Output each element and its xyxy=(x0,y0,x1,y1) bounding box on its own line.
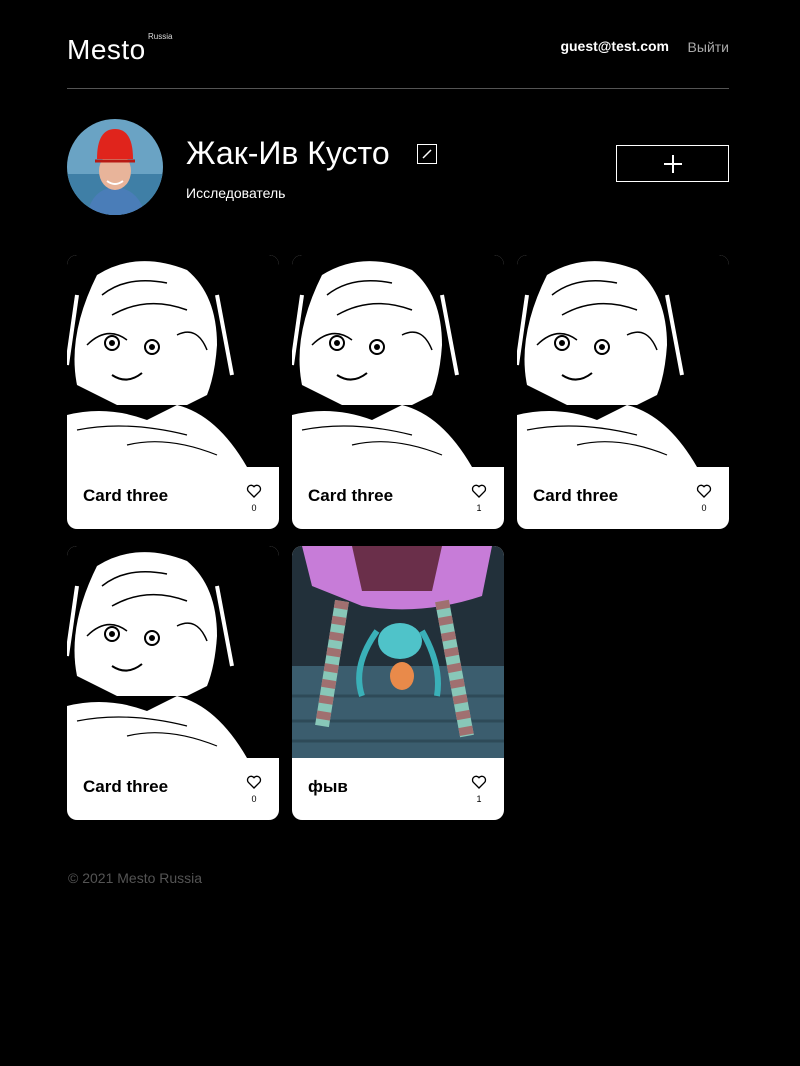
avatar[interactable] xyxy=(67,119,163,215)
profile: Жак-Ив Кусто Исследователь xyxy=(67,119,729,215)
card-image[interactable] xyxy=(292,546,504,758)
like-button[interactable] xyxy=(246,483,262,499)
like-button[interactable] xyxy=(246,774,262,790)
logo-subtitle: Russia xyxy=(148,32,173,41)
plus-icon xyxy=(664,155,682,173)
card-image[interactable] xyxy=(292,255,504,467)
card-image[interactable] xyxy=(67,255,279,467)
heart-icon xyxy=(246,775,262,789)
card-title: Card three xyxy=(83,486,169,505)
card: Card three 0 xyxy=(67,546,279,820)
like-count: 0 xyxy=(701,503,707,513)
card: фыв 1 xyxy=(292,546,504,820)
logout-link[interactable]: Выйти xyxy=(688,39,729,55)
card-image[interactable] xyxy=(67,546,279,758)
edit-profile-button[interactable] xyxy=(417,144,437,164)
heart-icon xyxy=(246,484,262,498)
logo[interactable]: Mesto xyxy=(67,34,146,66)
like-count: 0 xyxy=(251,794,257,804)
like-count: 0 xyxy=(251,503,257,513)
like-button[interactable] xyxy=(471,774,487,790)
like-count: 1 xyxy=(476,794,482,804)
card-title: Card three xyxy=(533,486,619,505)
card: Card three 1 xyxy=(292,255,504,529)
card-title: фыв xyxy=(308,777,348,796)
avatar-image xyxy=(67,119,163,215)
heart-icon xyxy=(696,484,712,498)
heart-icon xyxy=(471,484,487,498)
card: Card three 0 xyxy=(517,255,729,529)
like-button[interactable] xyxy=(696,483,712,499)
heart-icon xyxy=(471,775,487,789)
header: Mesto Russia guest@test.com Выйти xyxy=(67,0,729,89)
cards-grid: Card three 0 Card three 1 Card three 0 C… xyxy=(67,255,729,820)
like-button[interactable] xyxy=(471,483,487,499)
card-title: Card three xyxy=(308,486,394,505)
profile-name: Жак-Ив Кусто xyxy=(186,135,390,171)
profile-about: Исследователь xyxy=(186,185,286,201)
card: Card three 0 xyxy=(67,255,279,529)
user-email: guest@test.com xyxy=(560,38,669,54)
footer-copyright: © 2021 Mesto Russia xyxy=(68,870,203,886)
like-count: 1 xyxy=(476,503,482,513)
card-title: Card three xyxy=(83,777,169,796)
add-card-button[interactable] xyxy=(616,145,729,182)
pencil-icon xyxy=(422,149,432,159)
card-image[interactable] xyxy=(517,255,729,467)
